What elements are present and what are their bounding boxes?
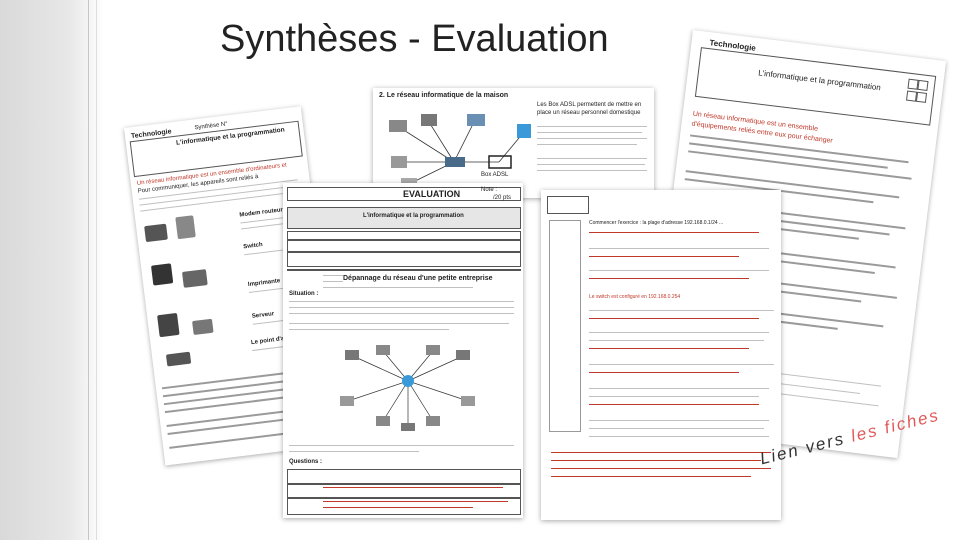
doc-network-heading: 2. Le réseau informatique de la maison xyxy=(379,92,509,99)
doc-network-text1: Les Box ADSL permettent de mettre en xyxy=(537,102,642,108)
doc-network-text2: place un réseau personnel domestique xyxy=(537,110,641,116)
doc-evaluation: EVALUATION Note : /20 pts L'informatique… xyxy=(283,183,523,518)
doc-eval-section: Dépannage du réseau d'une petite entrepr… xyxy=(343,275,493,282)
slide-title: Synthèses - Evaluation xyxy=(220,18,609,60)
doc-cours-side2: Switch xyxy=(243,241,263,251)
eval-network-diagram xyxy=(340,345,475,431)
network-diagram-figure xyxy=(389,114,531,188)
doc-answers-sample: Le switch est configuré en 192.168.0.254 xyxy=(589,294,681,300)
doc-eval-theme: L'informatique et la programmation xyxy=(363,213,464,219)
doc-network-maison: 2. Le réseau informatique de la maison L… xyxy=(373,88,654,198)
doc-cours-side1: Modem routeur xyxy=(239,207,284,219)
doc-answers-intro: Commencer l'exercice : la plage d'adress… xyxy=(589,220,724,226)
doc-eval-situation: Situation : xyxy=(289,291,319,297)
doc-eval-title: EVALUATION xyxy=(403,189,461,199)
doc-eval-note-label: Note : xyxy=(481,187,498,193)
doc-cours-side4: Serveur xyxy=(251,311,275,320)
left-divider-line xyxy=(88,0,89,540)
doc-cours-side3: Imprimante xyxy=(247,278,281,289)
doc-eval-questions: Questions : xyxy=(289,459,323,465)
left-divider-line-2 xyxy=(96,0,97,540)
doc-network-caption: Box ADSL xyxy=(481,172,509,178)
doc-answers: Commencer l'exercice : la plage d'adress… xyxy=(541,190,781,520)
doc-eval-note-value: /20 pts xyxy=(493,195,512,201)
